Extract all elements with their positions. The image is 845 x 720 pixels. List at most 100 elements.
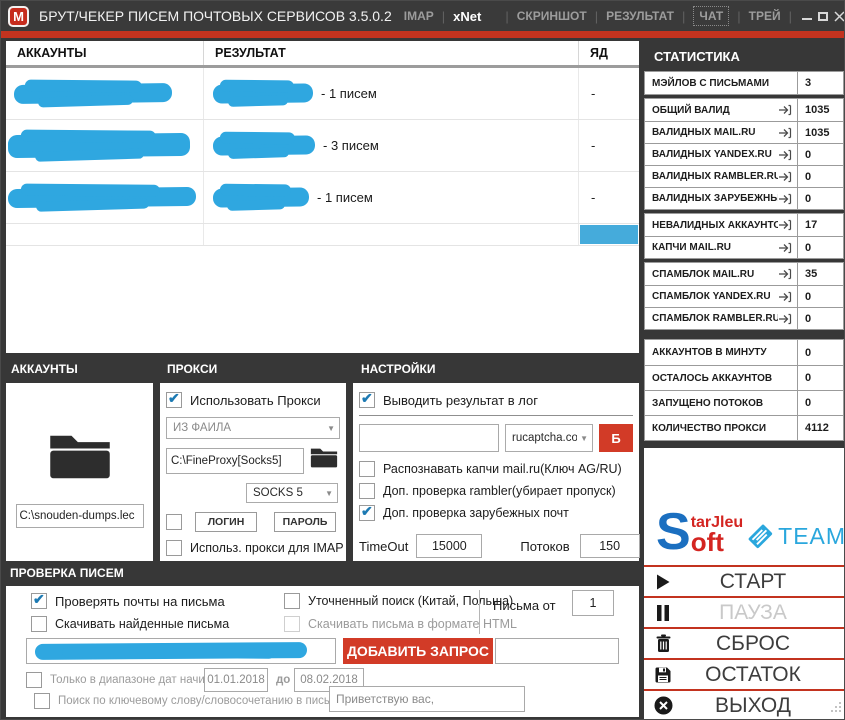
proxy-imap-checkbox[interactable] — [166, 540, 182, 556]
stat-row: ВАЛИДНЫХ RAMBLER.RU 0 — [645, 165, 843, 187]
foreign-check-checkbox[interactable] — [359, 505, 375, 521]
accounts-panel-header: АККАУНТЫ — [11, 362, 78, 376]
stat-value: 35 — [797, 263, 843, 285]
stat-label: КОЛИЧЕСТВО ПРОКСИ — [645, 416, 797, 440]
stat-row: СПАМБЛОК YANDEX.RU 0 — [645, 285, 843, 307]
poison-value: - — [579, 190, 595, 205]
export-arrow-icon[interactable] — [778, 214, 797, 236]
log-output-label: Выводить результат в лог — [383, 393, 538, 408]
stat-row: ОСТАЛОСЬ АККАУНТОВ 0 — [645, 365, 843, 390]
rambler-check-checkbox[interactable] — [359, 483, 375, 499]
titlebar-separator: | — [505, 9, 508, 24]
titlebar: M БРУТ/ЧЕКЕР ПИСЕМ ПОЧТОВЫХ СЕРВИСОВ 3.5… — [1, 1, 844, 31]
table-row[interactable]: - 1 писем - — [6, 172, 639, 224]
export-arrow-icon[interactable] — [778, 144, 797, 165]
log-output-checkbox[interactable] — [359, 392, 375, 408]
stat-value: 17 — [797, 214, 843, 236]
refined-search-checkbox[interactable] — [284, 593, 300, 609]
table-row-selected[interactable] — [6, 224, 639, 246]
accounts-file-path-input[interactable] — [16, 504, 144, 528]
export-arrow-icon[interactable] — [778, 166, 797, 187]
minimize-button[interactable] — [802, 5, 812, 27]
maximize-button[interactable] — [818, 5, 828, 27]
threads-input[interactable] — [580, 534, 640, 558]
results-table-header: АККАУНТЫ РЕЗУЛЬТАТ ЯД — [6, 41, 639, 68]
timeout-label: TimeOut — [359, 539, 408, 554]
stat-row: КАПЧИ MAIL.RU 0 — [645, 236, 843, 258]
query-side-input[interactable] — [495, 638, 619, 664]
export-arrow-icon[interactable] — [778, 308, 797, 329]
column-header-accounts[interactable]: АККАУНТЫ — [6, 41, 204, 65]
menu-tray[interactable]: ТРЕЙ — [749, 9, 781, 23]
query-input[interactable] — [26, 638, 336, 664]
threads-label: Потоков — [520, 539, 569, 554]
proxy-auth-checkbox[interactable] — [166, 514, 182, 530]
add-query-button[interactable]: ДОБАВИТЬ ЗАПРОС — [343, 638, 493, 664]
export-arrow-icon[interactable] — [778, 188, 797, 209]
menu-screenshot[interactable]: СКРИНШОТ — [517, 9, 587, 23]
export-arrow-icon[interactable] — [778, 237, 797, 258]
menu-chat[interactable]: ЧАТ — [693, 6, 729, 26]
timeout-input[interactable] — [416, 534, 482, 558]
stat-value: 0 — [797, 237, 843, 258]
exit-label: ВЫХОД — [680, 694, 844, 718]
redacted-result — [213, 187, 309, 207]
column-header-result[interactable]: РЕЗУЛЬТАТ — [204, 41, 579, 65]
menu-result[interactable]: РЕЗУЛЬТАТ — [606, 9, 674, 23]
remainder-button[interactable]: ОСТАТОК — [644, 658, 844, 689]
proxy-file-input[interactable] — [166, 448, 304, 474]
stat-label: СПАМБЛОК MAIL.RU — [645, 263, 778, 285]
recognize-captcha-label: Распознавать капчи mail.ru(Ключ AG/RU) — [383, 462, 622, 476]
keyword-input[interactable] — [329, 686, 525, 712]
download-letters-checkbox[interactable] — [31, 616, 47, 632]
letters-from-input[interactable] — [572, 590, 614, 616]
export-arrow-icon[interactable] — [778, 99, 797, 121]
proxy-source-dropdown[interactable]: ИЗ ФАЙЛА ▼ — [166, 417, 340, 439]
statistics-panel: СТАТИСТИКА МЭЙЛОВ С ПИСЬМАМИ 3 ОБЩИЙ ВАЛ… — [644, 41, 844, 720]
export-arrow-icon[interactable] — [778, 122, 797, 143]
settings-panel-header: НАСТРОЙКИ — [361, 362, 435, 376]
proxy-password-button[interactable]: ПАРОЛЬ — [274, 512, 336, 532]
menu-xnet[interactable]: xNet — [453, 9, 481, 24]
captcha-service-value: rucaptcha.co — [512, 432, 577, 444]
captcha-service-dropdown[interactable]: rucaptcha.co ▼ — [505, 424, 593, 452]
envelope-icon — [743, 519, 777, 553]
close-button[interactable] — [834, 5, 845, 27]
redacted-account — [8, 133, 190, 158]
resize-grip[interactable] — [829, 700, 842, 718]
table-row[interactable]: - 1 писем - — [6, 68, 639, 120]
balance-button[interactable]: Б — [599, 424, 633, 452]
export-arrow-icon[interactable] — [778, 286, 797, 307]
stat-group: СПАМБЛОК MAIL.RU 35 СПАМБЛОК YANDEX.RU 0… — [644, 262, 844, 330]
proxy-source-value: ИЗ ФАЙЛА — [173, 422, 324, 434]
reset-button[interactable]: СБРОС — [644, 627, 844, 658]
keyword-search-checkbox[interactable] — [34, 693, 50, 709]
menu-imap[interactable]: IMAP — [404, 9, 434, 23]
trash-icon — [646, 634, 680, 653]
captcha-key-input[interactable] — [359, 424, 499, 452]
proxy-imap-label: Использ. прокси для IMAP — [190, 541, 344, 555]
stat-value: 0 — [797, 340, 843, 365]
date-range-checkbox[interactable] — [26, 672, 42, 688]
table-row[interactable]: - 3 писем - — [6, 120, 639, 172]
date-to-word: до — [276, 674, 290, 686]
column-header-poison[interactable]: ЯД — [579, 41, 639, 65]
proxy-type-dropdown[interactable]: SOCKS 5 ▼ — [246, 483, 338, 503]
export-arrow-icon[interactable] — [778, 263, 797, 285]
check-letters-checkbox[interactable] — [31, 593, 47, 609]
exit-button[interactable]: ВЫХОД — [644, 689, 844, 720]
proxy-folder-button[interactable] — [309, 446, 339, 475]
html-format-checkbox[interactable] — [284, 616, 300, 632]
pause-button[interactable]: ПАУЗА — [644, 596, 844, 627]
proxy-login-button[interactable]: ЛОГИН — [195, 512, 257, 532]
use-proxy-checkbox[interactable] — [166, 392, 182, 408]
proxy-panel: Использовать Прокси ИЗ ФАЙЛА ▼ SOCKS 5 ▼… — [160, 383, 346, 561]
stat-group: НЕВАЛИДНЫХ АККАУНТОВ 17 КАПЧИ MAIL.RU 0 — [644, 213, 844, 259]
start-button[interactable]: СТАРТ — [644, 565, 844, 596]
poison-value: - — [579, 86, 595, 101]
recognize-captcha-checkbox[interactable] — [359, 461, 375, 477]
stat-row: СПАМБЛОК MAIL.RU 35 — [645, 263, 843, 285]
folder-icon[interactable] — [46, 431, 114, 488]
date-from-input[interactable] — [204, 668, 268, 692]
stat-label: ВАЛИДНЫХ YANDEX.RU — [645, 144, 778, 165]
